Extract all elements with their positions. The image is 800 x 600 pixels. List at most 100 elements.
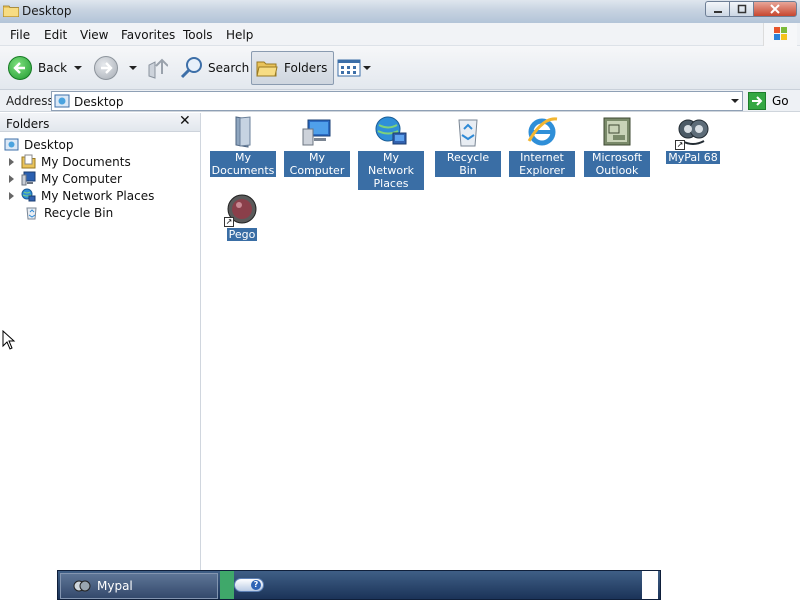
desktop-item-pego[interactable]: ↗ Pego <box>209 192 275 241</box>
windows-logo <box>763 23 797 46</box>
back-dropdown[interactable] <box>74 51 82 85</box>
menu-tools[interactable]: Tools <box>183 28 213 42</box>
tree-item-recycle-bin[interactable]: Recycle Bin <box>24 204 113 221</box>
documents-folder-icon <box>21 154 36 169</box>
network-icon <box>375 116 407 145</box>
desktop-item-recycle-bin[interactable]: Recycle Bin <box>435 115 501 177</box>
menu-help[interactable]: Help <box>226 28 253 42</box>
tree-item-label: My Documents <box>41 154 131 169</box>
back-arrow-icon <box>8 56 32 80</box>
computer-icon <box>21 171 36 186</box>
desktop-item-label: Pego <box>226 228 258 241</box>
desktop-item-label: My Network Places <box>358 151 424 190</box>
search-button[interactable]: Search <box>180 51 249 85</box>
close-button[interactable] <box>753 1 797 17</box>
address-bar: Address Desktop Go <box>0 90 800 112</box>
desktop-item-my-computer[interactable]: My Computer <box>284 115 350 177</box>
desktop-item-label: Internet Explorer <box>509 151 575 177</box>
desktop-item-internet-explorer[interactable]: Internet Explorer <box>509 115 575 177</box>
outlook-icon <box>603 117 631 146</box>
menu-favorites[interactable]: Favorites <box>121 28 175 42</box>
computer-icon <box>302 119 331 146</box>
tree-item-desktop[interactable]: Desktop <box>4 136 74 153</box>
folders-pane: Folders ✕ Desktop My Documents My Comput… <box>0 113 201 570</box>
menu-bar: File Edit View Favorites Tools Help <box>0 23 800 46</box>
title-bar[interactable]: Desktop <box>0 0 800 23</box>
desktop-content-area[interactable]: My Documents My Computer My Network Plac… <box>202 113 800 570</box>
mypal-icon-wrapper: ↗ <box>675 115 710 150</box>
window-title: Desktop <box>22 4 72 18</box>
forward-dropdown[interactable] <box>129 51 137 85</box>
forward-arrow-icon <box>94 56 118 80</box>
shortcut-arrow-icon: ↗ <box>224 217 234 227</box>
address-label: Address <box>6 94 54 108</box>
expand-arrow-icon[interactable] <box>9 157 14 166</box>
tray-indicator <box>220 571 234 599</box>
chevron-down-icon <box>129 66 137 70</box>
menu-file[interactable]: File <box>10 28 30 42</box>
desktop-item-my-documents[interactable]: My Documents <box>209 115 277 177</box>
go-button[interactable]: Go <box>748 92 789 110</box>
tree-item-my-documents[interactable]: My Documents <box>9 153 131 170</box>
help-toggle[interactable]: ? <box>234 578 264 592</box>
close-icon <box>770 4 780 14</box>
desktop-icon <box>54 94 70 108</box>
tree-item-my-network-places[interactable]: My Network Places <box>9 187 154 204</box>
tree-item-label: My Computer <box>41 171 122 186</box>
up-button[interactable] <box>146 51 168 85</box>
pego-icon-wrapper: ↗ <box>224 192 259 227</box>
tree-item-label: My Network Places <box>41 188 155 203</box>
chevron-down-icon <box>363 66 371 70</box>
back-label: Back <box>38 61 68 75</box>
minimize-button[interactable] <box>705 1 729 17</box>
desktop-item-label: Recycle Bin <box>435 151 501 177</box>
views-button[interactable] <box>337 51 371 85</box>
recycle-bin-icon <box>26 207 37 220</box>
mouse-cursor-icon <box>2 330 16 350</box>
expand-arrow-icon[interactable] <box>9 174 14 183</box>
forward-button[interactable] <box>94 51 118 85</box>
documents-folder-icon <box>235 116 251 148</box>
folders-label: Folders <box>284 61 328 75</box>
windows-flag-icon <box>774 27 787 40</box>
desktop-item-mypal-68[interactable]: ↗ MyPal 68 <box>660 115 726 164</box>
maximize-button[interactable] <box>729 1 753 17</box>
desktop-icon <box>4 138 19 151</box>
menu-view[interactable]: View <box>80 28 108 42</box>
taskbar-button-label: Mypal <box>97 579 133 593</box>
expand-arrow-icon[interactable] <box>9 191 14 200</box>
desktop-item-label: MyPal 68 <box>666 151 720 164</box>
search-icon <box>180 57 202 79</box>
views-icon <box>337 59 361 77</box>
maximize-icon <box>737 4 746 14</box>
internet-explorer-icon <box>527 117 558 146</box>
tree-item-label: Recycle Bin <box>44 205 114 220</box>
tree-item-label: Desktop <box>24 137 74 152</box>
folder-up-icon <box>148 58 168 79</box>
mypal-icon <box>73 580 91 592</box>
taskbar-button-mypal[interactable]: Mypal <box>60 573 218 599</box>
network-icon <box>21 188 36 202</box>
address-value: Desktop <box>74 95 124 109</box>
taskbar: Mypal ? <box>57 570 661 600</box>
minimize-icon <box>713 11 722 13</box>
search-label: Search <box>208 61 250 75</box>
go-arrow-icon <box>748 92 766 110</box>
tray-area <box>642 571 658 599</box>
chevron-down-icon[interactable] <box>731 99 739 103</box>
close-icon[interactable]: ✕ <box>179 113 191 129</box>
tree-item-my-computer[interactable]: My Computer <box>9 170 122 187</box>
desktop-item-label: My Computer <box>284 151 350 177</box>
desktop-item-label: My Documents <box>209 151 277 177</box>
desktop-item-microsoft-outlook[interactable]: Microsoft Outlook <box>584 115 650 177</box>
desktop-item-label: Microsoft Outlook <box>584 151 650 177</box>
help-icon: ? <box>251 580 261 590</box>
folders-button[interactable]: Folders <box>251 51 335 85</box>
back-button[interactable]: Back <box>8 51 67 85</box>
folders-icon <box>256 61 278 77</box>
chevron-down-icon <box>74 66 82 70</box>
menu-edit[interactable]: Edit <box>44 28 67 42</box>
address-input[interactable]: Desktop <box>51 91 743 111</box>
desktop-item-my-network-places[interactable]: My Network Places <box>358 115 424 190</box>
folders-pane-title: Folders <box>6 117 50 131</box>
